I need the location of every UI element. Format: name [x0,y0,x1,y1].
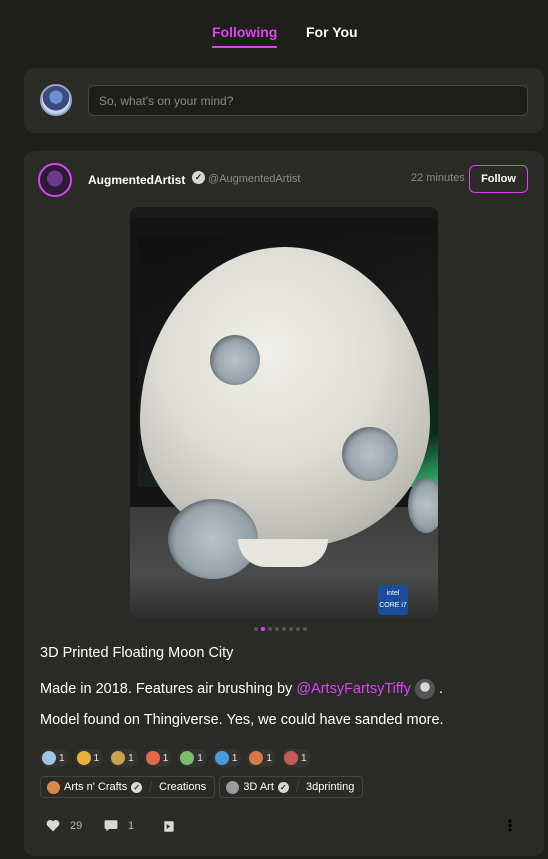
palette-icon [47,780,60,794]
like-count: 29 [70,819,83,832]
frog-emoji-icon [180,751,195,765]
carousel-dot[interactable] [254,627,258,631]
comment-icon [104,820,118,832]
carousel-dot[interactable] [282,627,286,631]
bear-emoji-icon [249,751,264,765]
author-name[interactable]: AugmentedArtist [88,173,185,187]
tag-group: Arts n' Crafts [64,781,128,793]
post-body-text: Made in 2018. Features air brushing by [40,680,297,697]
post-card: AugmentedArtist ✓ @AugmentedArtist 22 mi… [24,151,544,856]
mention-avatar[interactable] [414,679,435,699]
reaction-chip[interactable]: 1 [109,749,138,767]
tab-following[interactable]: Following [212,24,278,48]
tag-arts-n-crafts[interactable]: Arts n' Crafts ✓ Creations [40,776,216,798]
moon-base [238,539,328,567]
reaction-chip[interactable]: 1 [74,749,104,767]
reaction-chip[interactable]: 1 [143,749,173,767]
reaction-count: 1 [128,752,134,764]
intel-sticker: intel CORE i7 [378,585,408,615]
tab-for-you[interactable]: For You [306,24,358,40]
pineapple-emoji-icon [111,751,126,765]
reaction-chip[interactable]: 1 [212,749,242,767]
verified-icon: ✓ [131,781,143,793]
mention-link[interactable]: @ArtsyFartsyTiffy [296,681,411,697]
post-image[interactable]: intel CORE i7 [130,207,438,617]
reaction-chip[interactable]: 1 [40,749,69,767]
compose-input[interactable] [88,85,528,116]
crab-emoji-icon [76,751,91,765]
more-options-button[interactable] [508,819,512,837]
comment-button[interactable]: 1 [104,819,134,832]
tag-list: Arts n' Crafts ✓ Creations 3D Art ✓ 3dprin… [40,776,364,798]
post-body-end: . [438,680,443,697]
comment-count: 1 [128,819,135,832]
verified-icon: ✓ [277,781,289,793]
reaction-chip[interactable]: 1 [281,749,311,767]
earth-emoji-icon [214,751,229,765]
like-button[interactable]: 29 [46,819,82,832]
carousel-dot[interactable] [268,627,272,631]
tag-3d-art[interactable]: 3D Art ✓ 3dprinting [219,776,364,798]
post-body: Made in 2018. Features air brushing by @… [40,679,443,699]
cube-icon [226,780,240,794]
carousel-dots [254,627,307,631]
tag-name: Creations [159,781,207,793]
reaction-bar: 1 1 1 1 1 1 1 1 [40,749,311,767]
post-body-2: Model found on Thingiverse. Yes, we coul… [40,712,444,728]
post-actions: 29 1 [46,819,526,839]
carousel-dot[interactable] [303,627,307,631]
bubble-emoji-icon [42,751,56,765]
crater [342,427,398,481]
heart-icon [46,819,60,832]
post-timestamp: 22 minutes [411,172,465,184]
compose-box [24,68,544,133]
carousel-dot[interactable] [296,627,300,631]
reaction-count: 1 [300,752,307,764]
reaction-chip[interactable]: 1 [247,749,276,767]
reaction-chip[interactable]: 1 [178,749,207,767]
share-icon [164,821,174,832]
reaction-count: 1 [162,752,169,764]
more-vertical-icon [508,819,512,832]
carousel-dot[interactable] [275,627,279,631]
raccoon-emoji-icon [283,751,298,765]
octopus-emoji-icon [145,751,160,765]
reaction-count: 1 [59,752,65,764]
carousel-dot[interactable] [289,627,293,631]
reaction-count: 1 [231,752,238,764]
author-handle[interactable]: @AugmentedArtist [208,173,301,185]
tag-group: 3D Art [243,781,274,793]
verified-icon: ✓ [192,171,205,184]
reaction-count: 1 [93,752,100,764]
post-title: 3D Printed Floating Moon City [40,645,234,661]
crater [408,477,438,533]
tag-name: 3dprinting [305,781,355,793]
follow-button[interactable]: Follow [469,165,528,193]
avatar[interactable] [40,84,72,116]
crater [210,335,260,385]
reaction-count: 1 [197,752,203,764]
feed-tabs: Following For You [0,0,548,56]
reaction-count: 1 [266,752,272,764]
carousel-dot[interactable] [261,627,265,631]
share-button[interactable] [162,819,176,834]
author-avatar[interactable] [38,163,72,197]
